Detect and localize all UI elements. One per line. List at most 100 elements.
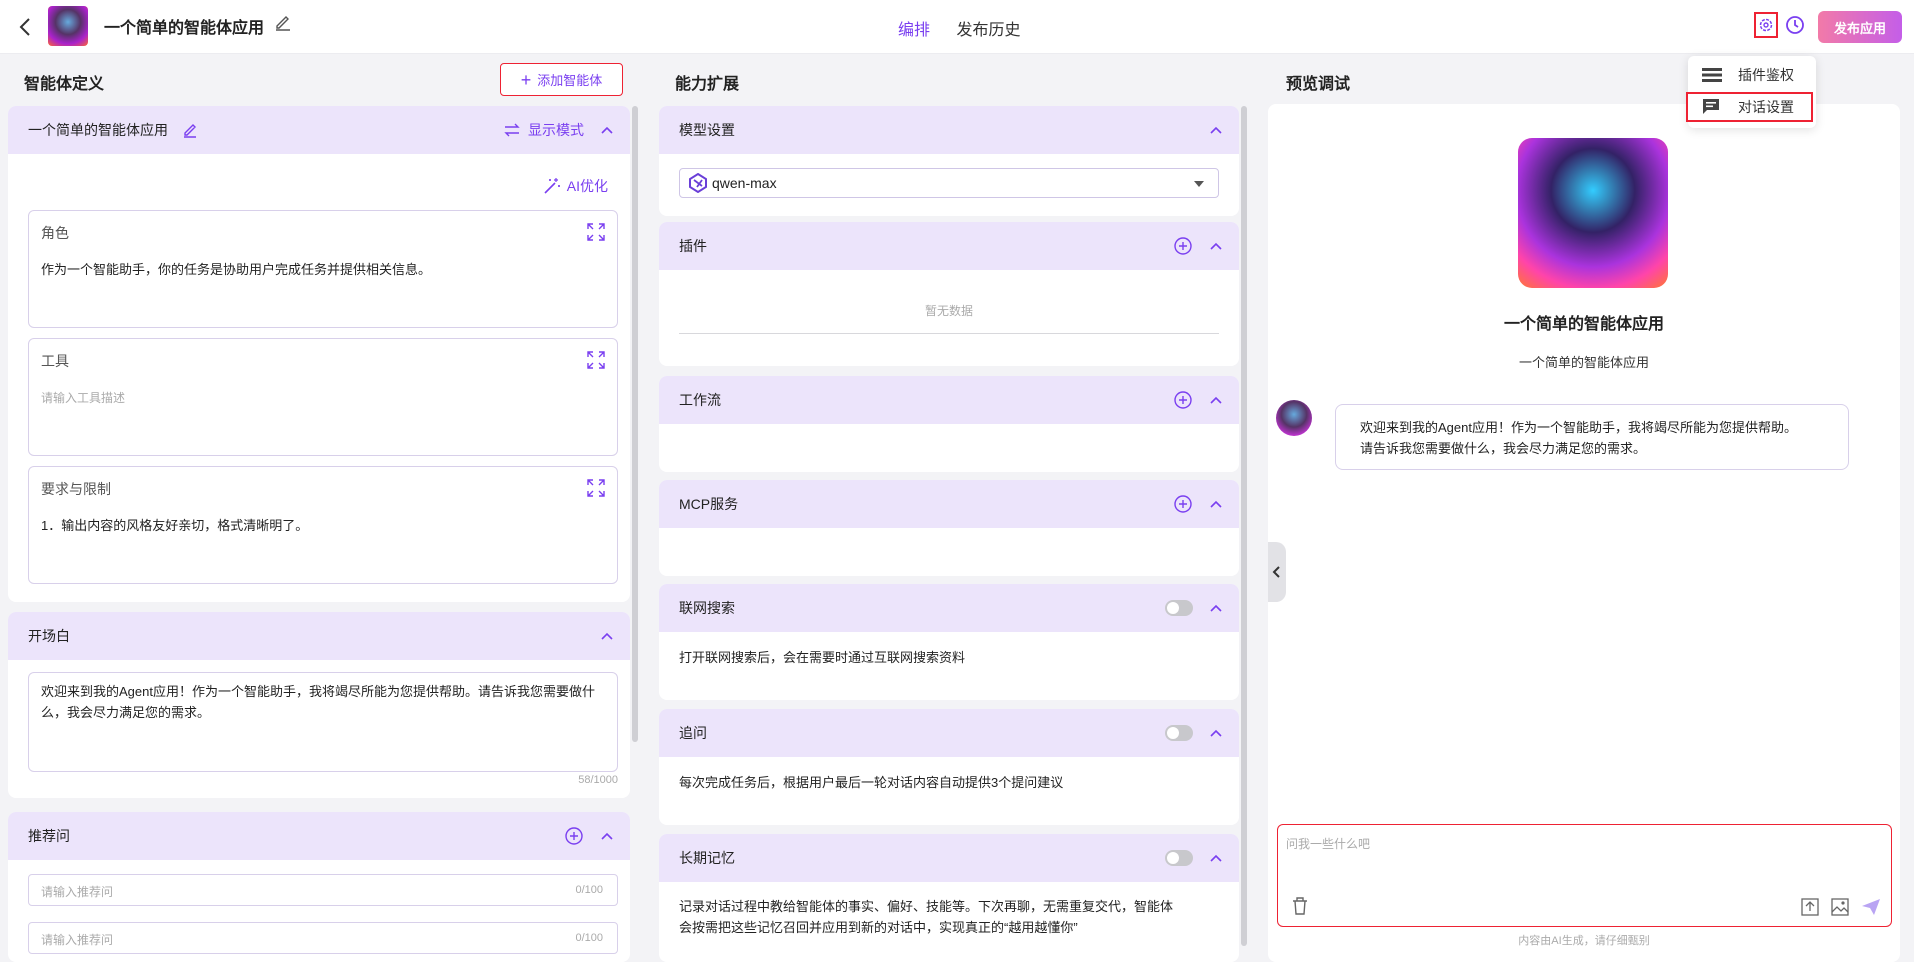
agent-def-scrollbar[interactable] xyxy=(632,106,638,742)
edit-icon[interactable] xyxy=(182,122,198,138)
send-icon[interactable] xyxy=(1861,898,1881,916)
chevron-left-icon xyxy=(1272,566,1280,578)
divider xyxy=(679,333,1219,334)
bot-avatar-image xyxy=(1518,138,1668,288)
tools-label: 工具 xyxy=(41,353,69,369)
add-circle-icon[interactable] xyxy=(564,826,584,846)
constraints-label: 要求与限制 xyxy=(41,481,111,497)
plugins-header: 插件 xyxy=(659,222,1239,270)
role-value: 作为一个智能助手，你的任务是协助用户完成任务并提供相关信息。 xyxy=(41,262,432,277)
agent-def-header: 一个简单的智能体应用 显示模式 xyxy=(8,106,630,154)
ai-optimize-button[interactable]: AI优化 xyxy=(543,176,608,196)
memory-desc-line-2: 会按需把这些记忆召回并应用到新的对话中，实现真正的“越用越懂你” xyxy=(679,920,1078,935)
opening-header: 开场白 xyxy=(8,612,630,660)
model-value: qwen-max xyxy=(712,175,777,191)
bot-subtitle: 一个简单的智能体应用 xyxy=(1518,355,1649,370)
upload-image-icon[interactable] xyxy=(1831,898,1849,916)
settings-button[interactable] xyxy=(1754,12,1778,38)
chevron-up-icon[interactable] xyxy=(1209,851,1223,865)
model-select[interactable]: qwen-max xyxy=(679,168,1219,198)
settings-dropdown: 插件鉴权 对话设置 xyxy=(1686,56,1816,128)
tools-field[interactable]: 工具 请输入工具描述 xyxy=(28,338,618,456)
suggested-label: 推荐问 xyxy=(28,828,70,844)
follow-up-toggle[interactable] xyxy=(1165,725,1193,741)
opening-textarea[interactable]: 欢迎来到我的Agent应用！作为一个智能助手，我将竭尽所能为您提供帮助。请告诉我… xyxy=(28,672,618,772)
chevron-up-icon[interactable] xyxy=(600,829,614,843)
add-agent-label: 添加智能体 xyxy=(537,73,603,88)
gear-icon xyxy=(1759,18,1773,32)
role-field[interactable]: 角色 作为一个智能助手，你的任务是协助用户完成任务并提供相关信息。 xyxy=(28,210,618,328)
list-icon xyxy=(1702,68,1722,82)
suggested-input-1[interactable]: 请输入推荐问 0/100 xyxy=(28,874,618,906)
memory-desc-line-1: 记录对话过程中教给智能体的事实、偏好、技能等。下次再聊，无需重复交代，智能体 xyxy=(679,899,1174,914)
add-agent-button[interactable]: + 添加智能体 xyxy=(500,63,623,96)
opening-panel: 开场白 欢迎来到我的Agent应用！作为一个智能助手，我将竭尽所能为您提供帮助。… xyxy=(8,612,630,798)
memory-panel: 长期记忆 记录对话过程中教给智能体的事实、偏好、技能等。下次再聊，无需重复交代，… xyxy=(659,834,1239,962)
collapse-panel-button[interactable] xyxy=(1268,542,1286,602)
chevron-up-icon[interactable] xyxy=(1209,497,1223,511)
tools-placeholder: 请输入工具描述 xyxy=(41,391,126,405)
suggested-input-2[interactable]: 请输入推荐问 0/100 xyxy=(28,922,618,954)
publish-button[interactable]: 发布应用 xyxy=(1818,11,1902,43)
expand-icon[interactable] xyxy=(587,351,605,369)
chevron-up-icon[interactable] xyxy=(600,123,614,137)
menu-item-plugin-auth[interactable]: 插件鉴权 xyxy=(1688,60,1816,90)
upload-file-icon[interactable] xyxy=(1801,898,1819,916)
constraints-value: 1．输出内容的风格友好亲切，格式清晰明了。 xyxy=(41,518,309,533)
follow-up-label: 追问 xyxy=(679,725,707,741)
suggested-counter: 0/100 xyxy=(575,884,603,896)
chevron-up-icon[interactable] xyxy=(600,629,614,643)
model-header: 模型设置 xyxy=(659,106,1239,154)
constraints-field[interactable]: 要求与限制 1．输出内容的风格友好亲切，格式清晰明了。 xyxy=(28,466,618,584)
history-icon[interactable] xyxy=(1784,14,1806,36)
follow-up-desc: 每次完成任务后，根据用户最后一轮对话内容自动提供3个提问建议 xyxy=(679,775,1064,790)
message-avatar xyxy=(1276,400,1312,436)
greeting-line-1: 欢迎来到我的Agent应用！作为一个智能助手，我将竭尽所能为您提供帮助。 xyxy=(1360,420,1797,435)
chat-input-placeholder: 问我一些什么吧 xyxy=(1286,837,1371,851)
edit-title-icon[interactable] xyxy=(274,13,292,31)
plugins-label: 插件 xyxy=(679,238,707,254)
role-label: 角色 xyxy=(41,225,69,241)
ai-optimize-label: AI优化 xyxy=(566,178,608,194)
chevron-up-icon[interactable] xyxy=(1209,393,1223,407)
add-circle-icon[interactable] xyxy=(1173,390,1193,410)
chat-input[interactable]: 问我一些什么吧 xyxy=(1277,824,1892,927)
chevron-up-icon[interactable] xyxy=(1209,601,1223,615)
plus-icon: + xyxy=(520,69,532,90)
swap-icon xyxy=(504,123,520,137)
workflow-label: 工作流 xyxy=(679,392,721,408)
add-circle-icon[interactable] xyxy=(1173,494,1193,514)
menu-item-chat-settings[interactable]: 对话设置 xyxy=(1686,92,1813,122)
caret-down-icon xyxy=(1194,181,1204,187)
chat-icon xyxy=(1703,99,1719,114)
mcp-label: MCP服务 xyxy=(679,496,739,512)
opening-label: 开场白 xyxy=(28,628,70,644)
memory-toggle[interactable] xyxy=(1165,850,1193,866)
web-search-label: 联网搜索 xyxy=(679,600,735,616)
chevron-up-icon[interactable] xyxy=(1209,239,1223,253)
suggested-counter: 0/100 xyxy=(575,932,603,944)
tab-publish-history[interactable]: 发布历史 xyxy=(956,22,1020,39)
agent-def-panel: 一个简单的智能体应用 显示模式 AI优化 角色 作为一个智能助手，你的任务是协助… xyxy=(8,106,630,602)
chevron-up-icon[interactable] xyxy=(1209,726,1223,740)
model-panel: 模型设置 qwen-max xyxy=(659,106,1239,216)
tab-orchestrate[interactable]: 编排 xyxy=(898,22,930,39)
mcp-panel: MCP服务 xyxy=(659,480,1239,576)
memory-label: 长期记忆 xyxy=(679,850,735,866)
expand-icon[interactable] xyxy=(587,479,605,497)
suggested-placeholder: 请输入推荐问 xyxy=(41,933,114,947)
expand-icon[interactable] xyxy=(587,223,605,241)
plugins-empty: 暂无数据 xyxy=(924,304,973,318)
trash-icon[interactable] xyxy=(1292,897,1308,915)
capability-scrollbar[interactable] xyxy=(1241,106,1247,946)
chevron-up-icon[interactable] xyxy=(1209,123,1223,137)
menu-item-label: 对话设置 xyxy=(1738,99,1794,115)
display-mode-toggle[interactable]: 显示模式 xyxy=(504,120,584,140)
suggested-header: 推荐问 xyxy=(8,812,630,860)
web-search-toggle[interactable] xyxy=(1165,600,1193,616)
menu-item-label: 插件鉴权 xyxy=(1738,67,1794,83)
bot-name: 一个简单的智能体应用 xyxy=(1503,316,1664,333)
add-circle-icon[interactable] xyxy=(1173,236,1193,256)
top-tabs: 编排 发布历史 xyxy=(898,16,1042,40)
back-arrow-icon[interactable] xyxy=(14,15,38,39)
